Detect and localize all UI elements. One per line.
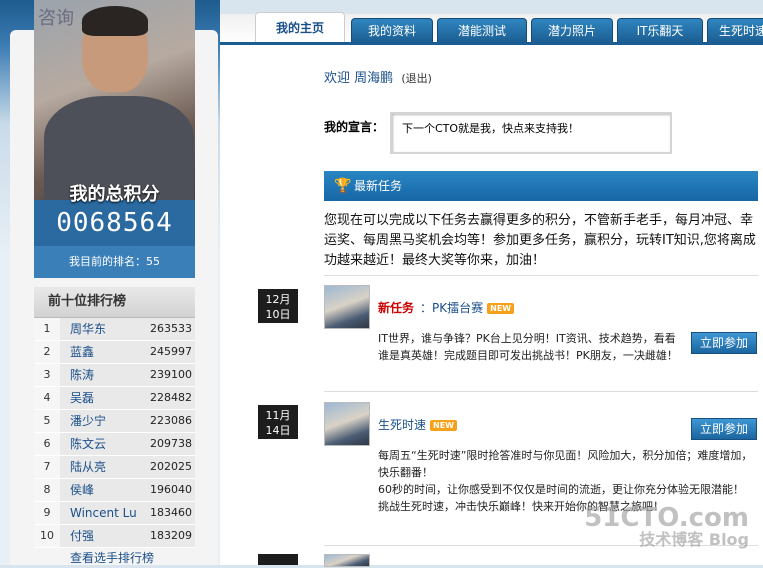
watermark: 51CTO.com 技术博客 Blog (584, 503, 749, 551)
welcome-username: 周海鹏 (354, 71, 394, 86)
tab-0[interactable]: 我的主页 (255, 12, 345, 43)
task-thumbnail-partial[interactable] (324, 554, 370, 567)
leaderboard-rank: 8 (34, 479, 60, 501)
leaderboard-row: 9 Wincent Lu 183460 (34, 502, 195, 525)
declaration-label: 我的宣言： (324, 120, 385, 134)
leaderboard-rank: 6 (34, 433, 60, 455)
leaderboard-name[interactable]: 吴磊 (60, 387, 150, 409)
trophy-icon: 🏆 (334, 178, 352, 194)
leaderboard-row: 6 陈文云 209738 (34, 433, 195, 456)
leaderboard-row: 10 付强 183209 (34, 525, 195, 548)
leaderboard-rank: 9 (34, 502, 60, 524)
tasks-intro: 您现在可以完成以下任务去赢得更多的积分，不管新手老手，每月冲冠、幸运奖、每周黑马… (324, 213, 756, 268)
leaderboard-rank: 5 (34, 410, 60, 432)
task-description-line: 每周五“生死时速”限时抢答准时与你见面！风险加大，积分加倍；难度增加，快乐翻番！ (378, 449, 753, 479)
watermark-line1: 51CTO.com (584, 503, 749, 533)
leaderboard-rank: 1 (34, 318, 60, 340)
profile-panel: 咨询 ... 我的总积分 0068564 我目前的排名：55 (34, 0, 195, 278)
leaderboard-name[interactable]: 潘少宁 (60, 410, 150, 432)
leaderboard-points: 196040 (150, 483, 192, 496)
score-value: 0068564 (56, 208, 173, 238)
declaration-box[interactable]: 下一个CTO就是我，快点来支持我！ (390, 112, 672, 154)
welcome-line: 欢迎 周海鹏 (退出) (324, 67, 432, 86)
leaderboard-points: 183460 (150, 506, 192, 519)
leaderboard-points: 228482 (150, 391, 192, 404)
join-button[interactable]: 立即参加 (691, 332, 757, 354)
leaderboard-name[interactable]: 付强 (60, 525, 150, 547)
task-title[interactable]: 生死时速 (378, 418, 426, 432)
tab-2[interactable]: 潜能测试 (437, 18, 527, 43)
new-badge: NEW (487, 303, 515, 314)
score-label: 我的总积分 (69, 184, 160, 205)
leaderboard-points: 209738 (150, 437, 192, 450)
tab-4[interactable]: IT乐翻天 (617, 18, 703, 43)
profile-photo: 咨询 ... (34, 0, 195, 200)
task-description-line: 60秒的时间，让你感受到不仅仅是时间的流逝，更让你充分体验无限潜能！ (378, 483, 744, 496)
leaderboard-name[interactable]: 蓝鑫 (60, 341, 150, 363)
task-title-line: 新任务 ：PK擂台赛 NEW (378, 299, 515, 316)
leaderboard-name[interactable]: 陈涛 (60, 364, 150, 386)
leaderboard-row: 2 蓝鑫 245997 (34, 341, 195, 364)
rank-text: 我目前的排名：55 (34, 246, 195, 278)
task-thumbnail[interactable] (324, 285, 370, 329)
leaderboard-row: 8 侯峰 196040 (34, 479, 195, 502)
leaderboard-points: 245997 (150, 345, 192, 358)
leaderboard-rank: 4 (34, 387, 60, 409)
task-thumbnail[interactable] (324, 402, 370, 446)
leaderboard-name[interactable]: 周华东 (60, 318, 150, 340)
task-date-day: 10日 (265, 308, 291, 321)
leaderboard-name[interactable]: 陆从亮 (60, 456, 150, 478)
leaderboard-rank: 10 (34, 525, 60, 547)
task-date-month: 12月 (265, 293, 291, 306)
leaderboard-points: 223086 (150, 414, 192, 427)
leaderboard-rows: 1 周华东 263533 2 蓝鑫 245997 3 陈涛 239100 4 吴磊 228482 5 潘少… (34, 318, 195, 548)
leaderboard-row: 4 吴磊 228482 (34, 387, 195, 410)
leaderboard-rank: 7 (34, 456, 60, 478)
separator (324, 275, 758, 276)
separator (324, 391, 758, 392)
leaderboard-name[interactable]: 侯峰 (60, 479, 150, 501)
leaderboard-points: 239100 (150, 368, 192, 381)
task-subtitle[interactable]: ：PK擂台赛 (420, 301, 483, 315)
task-date: 11月 14日 (258, 405, 298, 439)
task-description: IT世界，谁与争锋？PK台上见分明！IT资讯、技术趋势，看看谁是真英雄！完成题目… (378, 332, 678, 362)
photo-hair (82, 6, 148, 36)
leaderboard-rank: 2 (34, 341, 60, 363)
leaderboard-points: 183209 (150, 529, 192, 542)
leaderboard-row: 7 陆从亮 202025 (34, 456, 195, 479)
tasks-header-text: 最新任务 (354, 179, 403, 193)
tab-underline (220, 42, 763, 45)
leaderboard-name[interactable]: 陈文云 (60, 433, 150, 455)
task-date-partial (258, 554, 298, 565)
leaderboard-row: 3 陈涛 239100 (34, 364, 195, 387)
join-button[interactable]: 立即参加 (691, 418, 757, 440)
leaderboard-title: 前十位排行榜 (34, 287, 195, 318)
task-date-day: 14日 (265, 424, 291, 437)
logout-link[interactable]: (退出) (401, 72, 432, 85)
task-title-line: 生死时速 NEW (378, 416, 457, 433)
welcome-prefix: 欢迎 (324, 71, 351, 86)
tab-1[interactable]: 我的资料 (351, 18, 433, 43)
tab-5[interactable]: 生死时速 (707, 18, 763, 43)
leaderboard-points: 263533 (150, 322, 192, 335)
leaderboard-rank: 3 (34, 364, 60, 386)
tab-3[interactable]: 潜力照片 (531, 18, 613, 43)
leaderboard-row: 1 周华东 263533 (34, 318, 195, 341)
task-date-month: 11月 (265, 409, 291, 422)
new-badge: NEW (430, 420, 457, 431)
leaderboard-more-link[interactable]: 查看选手排行榜 (34, 548, 195, 568)
tasks-header: 🏆 最新任务 (324, 171, 758, 201)
leaderboard-name[interactable]: Wincent Lu (60, 502, 150, 524)
task-date: 12月 10日 (258, 289, 298, 323)
task-title[interactable]: 新任务 (378, 301, 414, 315)
leaderboard: 前十位排行榜 1 周华东 263533 2 蓝鑫 245997 3 陈涛 239100 4 吴磊 22… (34, 287, 195, 568)
leaderboard-row: 5 潘少宁 223086 (34, 410, 195, 433)
leaderboard-points: 202025 (150, 460, 192, 473)
